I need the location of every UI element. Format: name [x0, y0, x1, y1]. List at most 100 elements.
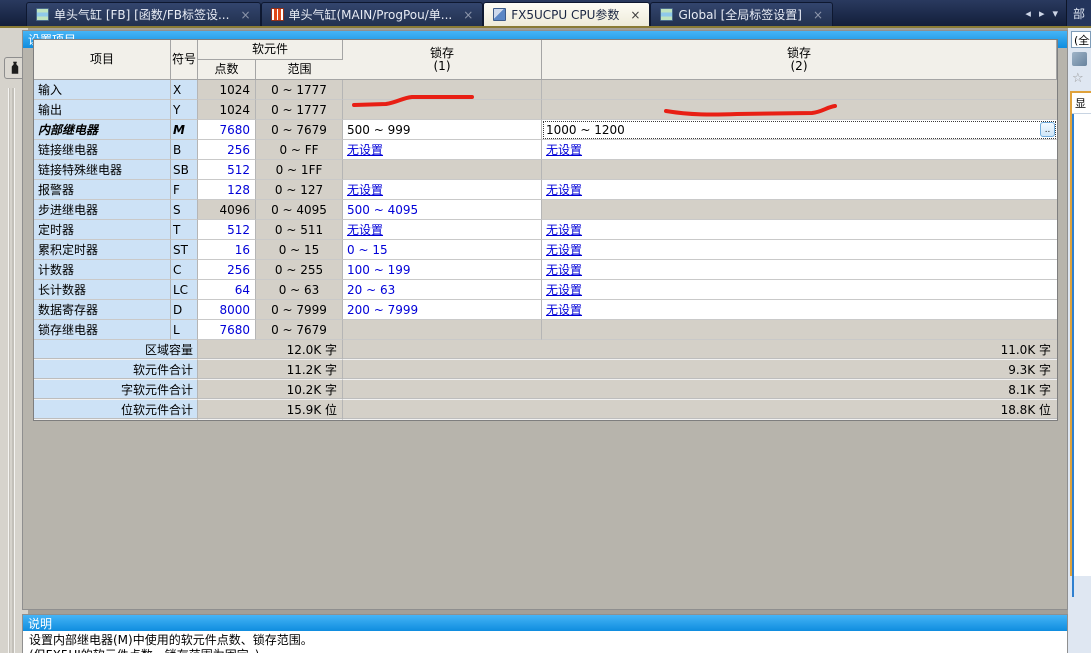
tab-document-1[interactable]: 单头气缸 [FB] [函数/FB标签设... × [26, 2, 261, 26]
cell-latch [542, 200, 1057, 220]
tab-navigation: ◂ ▸ ▾ [1017, 0, 1066, 26]
tab-close-icon[interactable]: × [463, 9, 473, 21]
cell-latch[interactable]: 100 ~ 199 [343, 260, 542, 280]
cell-latch[interactable]: 无设置 [542, 240, 1057, 260]
cell-symbol: M [171, 120, 198, 140]
cell-symbol: Y [171, 100, 198, 120]
cell-latch[interactable]: 无设置 [542, 280, 1057, 300]
device-row-D: 数据寄存器D80000 ~ 7999200 ~ 7999无设置 [34, 300, 1057, 320]
cell-latch[interactable]: 0 ~ 15 [343, 240, 542, 260]
tab-label: FX5UCPU CPU参数 [511, 6, 619, 23]
cell-symbol: T [171, 220, 198, 240]
browse-button[interactable]: .. [1040, 122, 1055, 137]
cell-latch[interactable]: 无设置 [343, 180, 542, 200]
tab-close-icon[interactable]: × [240, 9, 250, 21]
element-toolbar-icon[interactable] [1072, 52, 1087, 66]
cell-latch [343, 80, 542, 100]
device-row-C: 计数器C2560 ~ 255100 ~ 199无设置 [34, 260, 1057, 280]
device-row-LC: 长计数器LC640 ~ 6320 ~ 63无设置 [34, 280, 1057, 300]
table-body: 输入X10240 ~ 1777输出Y10240 ~ 1777内部继电器M7680… [34, 80, 1057, 340]
tab-close-icon[interactable]: × [630, 9, 640, 21]
cell-latch [542, 80, 1057, 100]
cell-points[interactable]: 256 [198, 140, 256, 160]
cell-item-label: 输入 [34, 80, 171, 100]
cell-symbol: L [171, 320, 198, 340]
cell-points[interactable]: 128 [198, 180, 256, 200]
cell-item-label: 输出 [34, 100, 171, 120]
tab-label: Global [全局标签设置] [678, 6, 801, 23]
header-symbol: 符号 [171, 40, 198, 80]
cell-latch[interactable]: 无设置 [542, 180, 1057, 200]
cell-range: 0 ~ 63 [256, 280, 343, 300]
cell-points[interactable]: 64 [198, 280, 256, 300]
device-row-F: 报警器F1280 ~ 127无设置无设置 [34, 180, 1057, 200]
cell-latch[interactable]: 无设置 [542, 260, 1057, 280]
header-item: 项目 [34, 40, 171, 80]
dock-splitter[interactable] [8, 88, 10, 653]
summary-row: 软元件合计11.2K 字9.3K 字 [34, 360, 1057, 380]
device-row-B: 链接继电器B2560 ~ FF无设置无设置 [34, 140, 1057, 160]
cell-symbol: ST [171, 240, 198, 260]
cell-item-label: 报警器 [34, 180, 171, 200]
summary-latch-value: 8.1K 字 [343, 380, 1057, 400]
cell-latch[interactable]: 20 ~ 63 [343, 280, 542, 300]
summary-row: 区域容量12.0K 字11.0K 字 [34, 340, 1057, 360]
cell-latch[interactable]: 无设置 [343, 140, 542, 160]
cell-item-label: 累积定时器 [34, 240, 171, 260]
device-row-M: 内部继电器M76800 ~ 7679500 ~ 9991000 ~ 1200.. [34, 120, 1057, 140]
element-pane-tab[interactable]: 显 [1072, 93, 1091, 114]
tab-document-4[interactable]: Global [全局标签设置] × [650, 2, 833, 26]
cell-points[interactable]: 16 [198, 240, 256, 260]
explanation-line-1: 设置内部继电器(M)中使用的软元件点数、锁存范围。 [29, 633, 1061, 648]
document-tab-bar: 单头气缸 [FB] [函数/FB标签设...×单头气缸(MAIN/ProgPou… [0, 0, 1091, 28]
cell-range: 0 ~ 127 [256, 180, 343, 200]
header-device: 软元件 [198, 40, 343, 60]
tab-document-2[interactable]: 单头气缸(MAIN/ProgPou/单...× [261, 2, 484, 26]
device-settings-table: 项目 符号 软元件 锁存 (1) 锁存 (2) 点数 范围 输入X10240 ~… [33, 39, 1058, 421]
table-summary: 区域容量12.0K 字11.0K 字软元件合计11.2K 字9.3K 字字软元件… [34, 340, 1057, 420]
cell-points: 4096 [198, 200, 256, 220]
window-list-icon[interactable]: ▾ [1052, 7, 1058, 20]
summary-row: 位软元件合计15.9K 位18.8K 位 [34, 400, 1057, 420]
cell-latch[interactable]: 1000 ~ 1200.. [542, 120, 1057, 140]
explanation-title: 说明 [28, 615, 52, 632]
cell-range: 0 ~ FF [256, 140, 343, 160]
cell-latch [542, 160, 1057, 180]
header-latch2: 锁存 (2) [542, 40, 1057, 80]
cell-latch[interactable]: 无设置 [542, 140, 1057, 160]
summary-label: 位软元件合计 [34, 400, 198, 420]
summary-latch-value: 9.3K 字 [343, 360, 1057, 380]
cell-latch[interactable]: 500 ~ 4095 [343, 200, 542, 220]
cell-latch[interactable]: 200 ~ 7999 [343, 300, 542, 320]
element-filter-combo[interactable]: (全部) [1071, 31, 1091, 48]
tab-document-3[interactable]: FX5UCPU CPU参数 × [483, 2, 650, 26]
cell-points[interactable]: 7680 [198, 320, 256, 340]
cell-latch [542, 100, 1057, 120]
panel-title-text: 部 [1073, 5, 1085, 22]
cell-range: 0 ~ 4095 [256, 200, 343, 220]
cell-symbol: S [171, 200, 198, 220]
tab-close-icon[interactable]: × [813, 9, 823, 21]
cell-symbol: C [171, 260, 198, 280]
cell-points[interactable]: 512 [198, 220, 256, 240]
cell-latch[interactable]: 500 ~ 999 [343, 120, 542, 140]
scroll-tabs-left-icon[interactable]: ◂ [1025, 7, 1031, 20]
cpu-parameter-icon [493, 8, 506, 21]
summary-device-value: 12.0K 字 [198, 340, 343, 360]
cell-points[interactable]: 7680 [198, 120, 256, 140]
cell-latch[interactable]: 无设置 [542, 300, 1057, 320]
summary-device-value: 10.2K 字 [198, 380, 343, 400]
cell-points[interactable]: 512 [198, 160, 256, 180]
cell-points[interactable]: 8000 [198, 300, 256, 320]
cell-latch[interactable]: 无设置 [343, 220, 542, 240]
header-latch1-line1: 锁存 [430, 47, 454, 60]
favorites-star-icon[interactable]: ☆ [1072, 72, 1091, 85]
header-points: 点数 [198, 60, 256, 80]
cell-range: 0 ~ 1777 [256, 100, 343, 120]
cell-points: 1024 [198, 100, 256, 120]
cell-latch[interactable]: 无设置 [542, 220, 1057, 240]
cell-points[interactable]: 256 [198, 260, 256, 280]
scroll-tabs-right-icon[interactable]: ▸ [1039, 7, 1045, 20]
tab-label: 单头气缸 [FB] [函数/FB标签设... [54, 6, 229, 23]
element-list-pane: 显 [1070, 91, 1091, 576]
